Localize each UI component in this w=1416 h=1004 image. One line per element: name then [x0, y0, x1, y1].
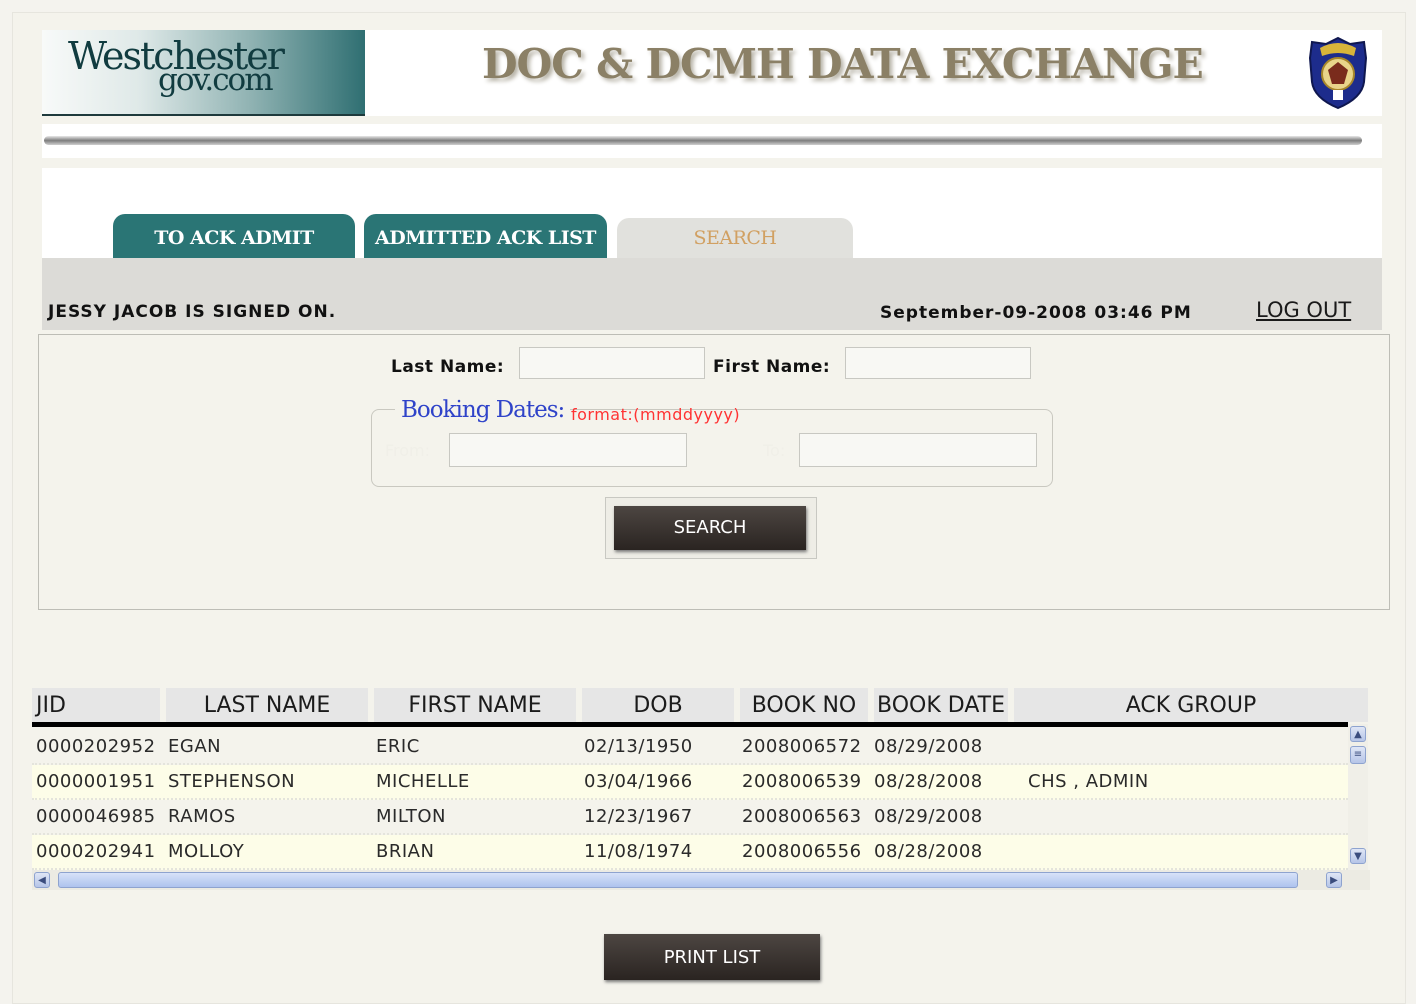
cell-book-no: 2008006572: [742, 736, 862, 757]
search-panel: Last Name: First Name: Booking Dates: fo…: [38, 334, 1390, 610]
cell-book-date: 08/29/2008: [874, 736, 983, 757]
cell-first-name: MICHELLE: [376, 771, 470, 792]
scroll-up-icon[interactable]: ▲: [1350, 726, 1366, 742]
cell-ack-group: CHS , ADMIN: [1028, 771, 1149, 792]
date-format-hint: format:(mmddyyyy): [571, 405, 741, 424]
tab-search[interactable]: SEARCH: [617, 218, 853, 258]
column-header-book-date[interactable]: BOOK DATE: [874, 688, 1008, 722]
to-date-input[interactable]: [799, 433, 1037, 467]
cell-jid: 0000001951: [36, 771, 156, 792]
scroll-left-icon[interactable]: ◀: [34, 872, 50, 888]
cell-jid: 0000046985: [36, 806, 156, 827]
results-table-body: 0000202952 EGAN ERIC 02/13/1950 20080065…: [32, 730, 1348, 870]
cell-first-name: MILTON: [376, 806, 447, 827]
cell-book-no: 2008006539: [742, 771, 862, 792]
tab-to-ack-admit[interactable]: TO ACK ADMIT: [113, 214, 355, 258]
page-title: DOC & DCMH DATA EXCHANGE: [482, 40, 1204, 88]
cell-book-no: 2008006556: [742, 841, 862, 862]
header-divider: [42, 124, 1382, 158]
current-datetime: September-09-2008 03:46 PM: [880, 303, 1192, 323]
column-header-last-name[interactable]: LAST NAME: [166, 688, 368, 722]
cell-book-date: 08/29/2008: [874, 806, 983, 827]
column-header-dob[interactable]: DOB: [582, 688, 734, 722]
booking-dates-legend: Booking Dates:: [395, 397, 571, 423]
scroll-right-icon[interactable]: ▶: [1326, 872, 1342, 888]
cell-last-name: MOLLOY: [168, 841, 245, 862]
cell-book-date: 08/28/2008: [874, 841, 983, 862]
cell-dob: 02/13/1950: [584, 736, 693, 757]
column-header-jid[interactable]: JID: [32, 688, 160, 722]
cell-dob: 12/23/1967: [584, 806, 693, 827]
cell-dob: 03/04/1966: [584, 771, 693, 792]
scroll-thumb[interactable]: ≡: [1350, 746, 1366, 764]
cell-last-name: EGAN: [168, 736, 222, 757]
last-name-input[interactable]: [519, 347, 705, 379]
table-row[interactable]: 0000202941 MOLLOY BRIAN 11/08/1974 20080…: [32, 835, 1348, 870]
first-name-label: First Name:: [713, 357, 831, 377]
from-label: From:: [385, 441, 431, 460]
cell-dob: 11/08/1974: [584, 841, 693, 862]
column-header-book-no[interactable]: BOOK NO: [740, 688, 868, 722]
print-list-button[interactable]: PRINT LIST: [604, 934, 820, 980]
first-name-input[interactable]: [845, 347, 1031, 379]
column-header-first-name[interactable]: FIRST NAME: [374, 688, 576, 722]
cell-first-name: BRIAN: [376, 841, 435, 862]
table-row[interactable]: 0000046985 RAMOS MILTON 12/23/1967 20080…: [32, 800, 1348, 835]
divider-bar: [44, 136, 1362, 145]
signed-on-text: JESSY JACOB IS SIGNED ON.: [48, 302, 337, 322]
to-label: To:: [763, 441, 786, 460]
header: Westchester gov.com DOC & DCMH DATA EXCH…: [42, 30, 1382, 116]
cell-book-date: 08/28/2008: [874, 771, 983, 792]
cell-first-name: ERIC: [376, 736, 420, 757]
vertical-scrollbar[interactable]: ▲ ≡ ▼: [1348, 724, 1368, 870]
westchester-logo[interactable]: Westchester gov.com: [42, 30, 365, 116]
cell-jid: 0000202941: [36, 841, 156, 862]
search-button[interactable]: SEARCH: [614, 506, 806, 550]
scroll-down-icon[interactable]: ▼: [1350, 848, 1366, 864]
cell-last-name: STEPHENSON: [168, 771, 296, 792]
from-date-input[interactable]: [449, 433, 687, 467]
horizontal-scrollbar[interactable]: ◀ ▶: [32, 870, 1370, 890]
cell-last-name: RAMOS: [168, 806, 236, 827]
logout-link[interactable]: LOG OUT: [1256, 298, 1351, 322]
tab-admitted-ack-list[interactable]: ADMITTED ACK LIST: [364, 214, 607, 258]
table-header-rule: [32, 722, 1348, 727]
logo-text-line2: gov.com: [158, 62, 274, 98]
cell-jid: 0000202952: [36, 736, 156, 757]
status-bar: JESSY JACOB IS SIGNED ON. September-09-2…: [42, 258, 1382, 330]
horizontal-scroll-thumb[interactable]: [58, 872, 1298, 888]
search-button-frame: SEARCH: [605, 497, 817, 559]
last-name-label: Last Name:: [391, 357, 505, 377]
police-badge-icon: [1308, 36, 1368, 110]
table-row[interactable]: 0000001951 STEPHENSON MICHELLE 03/04/196…: [32, 765, 1348, 800]
results-table-header: JID LAST NAME FIRST NAME DOB BOOK NO BOO…: [32, 688, 1368, 724]
column-header-ack-group[interactable]: ACK GROUP: [1014, 688, 1368, 722]
table-row[interactable]: 0000202952 EGAN ERIC 02/13/1950 20080065…: [32, 730, 1348, 765]
cell-book-no: 2008006563: [742, 806, 862, 827]
